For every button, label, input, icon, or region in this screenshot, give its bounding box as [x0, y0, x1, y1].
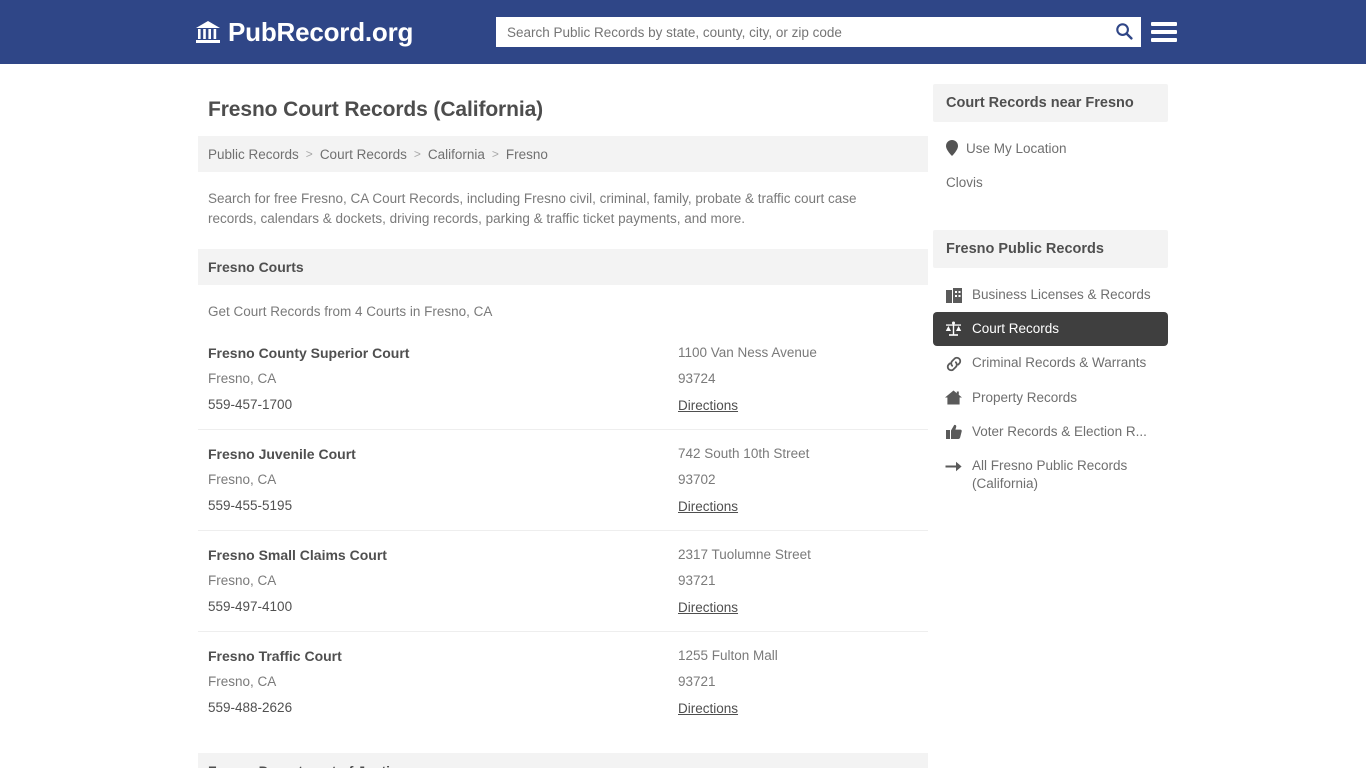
home-icon: [945, 389, 962, 406]
table-row: Fresno Juvenile Court Fresno, CA 559-455…: [198, 430, 928, 532]
directions-link[interactable]: Directions: [678, 701, 738, 716]
page-title: Fresno Court Records (California): [208, 98, 544, 121]
court-zip: 93702: [678, 472, 716, 488]
sidebar-item-court-records[interactable]: Court Records: [933, 312, 1168, 347]
arrow-right-icon: [945, 458, 962, 475]
court-phone: 559-455-5195: [208, 498, 293, 514]
court-city-state: Fresno, CA: [208, 573, 277, 589]
search-icon: [1115, 22, 1133, 43]
breadcrumb-item-fresno: Fresno: [505, 146, 548, 162]
use-my-location-label: Use My Location: [966, 140, 1067, 156]
table-row: Fresno Small Claims Court Fresno, CA 559…: [198, 531, 928, 633]
court-address-block: 1100 Van Ness Avenue 93724 Directions: [678, 345, 918, 415]
hamburger-menu-button[interactable]: [1151, 18, 1177, 46]
breadcrumb-separator-icon: >: [413, 147, 421, 161]
nearby-list: Use My Location Clovis: [933, 122, 1168, 195]
page-description: Search for free Fresno, CA Court Records…: [208, 191, 857, 226]
court-phone: 559-457-1700: [208, 397, 293, 413]
sidebar-item-label: Court Records: [972, 321, 1060, 337]
sidebar-item-criminal-records[interactable]: Criminal Records & Warrants: [933, 346, 1168, 380]
search-input[interactable]: [496, 18, 1107, 46]
site-header: PubRecord.org: [0, 0, 1366, 64]
brand-name: PubRecord.org: [228, 17, 414, 47]
table-row: Fresno Traffic Court Fresno, CA 559-488-…: [198, 632, 928, 732]
court-details: Fresno Traffic Court Fresno, CA 559-488-…: [208, 648, 678, 718]
directions-link[interactable]: Directions: [678, 499, 738, 514]
sidebar-item-label: Business Licenses & Records: [972, 287, 1151, 302]
sidebar-item-property-records[interactable]: Property Records: [933, 381, 1168, 415]
court-address: 1255 Fulton Mall: [678, 648, 778, 664]
sidebar-item-business-licenses[interactable]: Business Licenses & Records: [933, 278, 1168, 312]
breadcrumb-item-public-records[interactable]: Public Records: [208, 147, 299, 162]
sidebar: Court Records near Fresno Use My Locatio…: [933, 84, 1168, 502]
court-address: 742 South 10th Street: [678, 446, 810, 462]
court-list: Fresno County Superior Court Fresno, CA …: [198, 329, 928, 732]
briefcase-icon: [945, 287, 962, 304]
court-city-state: Fresno, CA: [208, 371, 277, 387]
directions-link[interactable]: Directions: [678, 398, 738, 413]
search-bar: [496, 17, 1141, 47]
bank-icon: [195, 19, 221, 45]
sidebar-links-list: Business Licenses & Records Court Record…: [933, 268, 1168, 502]
court-address: 2317 Tuolumne Street: [678, 547, 811, 563]
court-zip: 93721: [678, 674, 716, 690]
breadcrumb-separator-icon: >: [491, 147, 499, 161]
use-my-location-button[interactable]: Use My Location: [933, 135, 1168, 161]
scales-icon: [945, 321, 962, 338]
breadcrumb-separator-icon: >: [305, 147, 313, 161]
sidebar-item-all-public-records[interactable]: All Fresno Public Records (California): [933, 449, 1168, 501]
court-phone: 559-497-4100: [208, 599, 293, 615]
sidebar-item-label: Criminal Records & Warrants: [972, 355, 1147, 371]
sidebar-heading-nearby: Court Records near Fresno: [933, 84, 1168, 122]
court-name-link[interactable]: Fresno Small Claims Court: [208, 547, 678, 563]
sidebar-item-voter-records[interactable]: Voter Records & Election R...: [933, 415, 1168, 449]
court-details: Fresno Juvenile Court Fresno, CA 559-455…: [208, 446, 678, 516]
court-name-link[interactable]: Fresno Juvenile Court: [208, 446, 678, 462]
table-row: Fresno County Superior Court Fresno, CA …: [198, 329, 928, 431]
court-phone: 559-488-2626: [208, 700, 293, 716]
court-name-link[interactable]: Fresno County Superior Court: [208, 345, 678, 361]
court-details: Fresno County Superior Court Fresno, CA …: [208, 345, 678, 415]
section-header-fresno-courts: Fresno Courts: [198, 249, 928, 286]
court-name-link[interactable]: Fresno Traffic Court: [208, 648, 678, 664]
search-button[interactable]: [1107, 17, 1141, 47]
content-container: Fresno Court Records (California) Public…: [198, 84, 1168, 768]
court-address-block: 1255 Fulton Mall 93721 Directions: [678, 648, 918, 718]
nearby-city-clovis[interactable]: Clovis: [933, 170, 1168, 195]
thumbs-up-icon: [945, 423, 962, 440]
court-city-state: Fresno, CA: [208, 472, 277, 488]
breadcrumb: Public Records > Court Records > Califor…: [198, 136, 928, 172]
sidebar-item-label: All Fresno Public Records (California): [972, 458, 1128, 492]
court-city-state: Fresno, CA: [208, 674, 277, 690]
courts-count-text: Get Court Records from 4 Courts in Fresn…: [208, 304, 493, 320]
sidebar-item-label: Property Records: [972, 389, 1078, 405]
court-zip: 93724: [678, 371, 716, 387]
section-header-department-of-justice: Fresno Department of Justice: [198, 753, 928, 768]
hamburger-menu-icon: [1151, 22, 1177, 26]
court-address-block: 742 South 10th Street 93702 Directions: [678, 446, 918, 516]
breadcrumb-item-california[interactable]: California: [428, 147, 485, 162]
main-content: Fresno Court Records (California) Public…: [198, 84, 928, 768]
court-zip: 93721: [678, 573, 716, 589]
sidebar-heading-public-records: Fresno Public Records: [933, 230, 1168, 268]
hamburger-menu-icon-bar2: [1151, 30, 1177, 34]
breadcrumb-item-court-records[interactable]: Court Records: [320, 147, 407, 162]
page-body: Fresno Court Records (California) Public…: [0, 64, 1366, 768]
court-address-block: 2317 Tuolumne Street 93721 Directions: [678, 547, 918, 617]
hamburger-menu-icon-bar3: [1151, 38, 1177, 42]
link-icon: [945, 355, 962, 372]
sidebar-item-label: Voter Records & Election R...: [972, 423, 1147, 439]
site-logo[interactable]: PubRecord.org: [195, 19, 413, 45]
court-details: Fresno Small Claims Court Fresno, CA 559…: [208, 547, 678, 617]
map-pin-icon: [946, 140, 958, 156]
court-address: 1100 Van Ness Avenue: [678, 345, 817, 361]
directions-link[interactable]: Directions: [678, 600, 738, 615]
